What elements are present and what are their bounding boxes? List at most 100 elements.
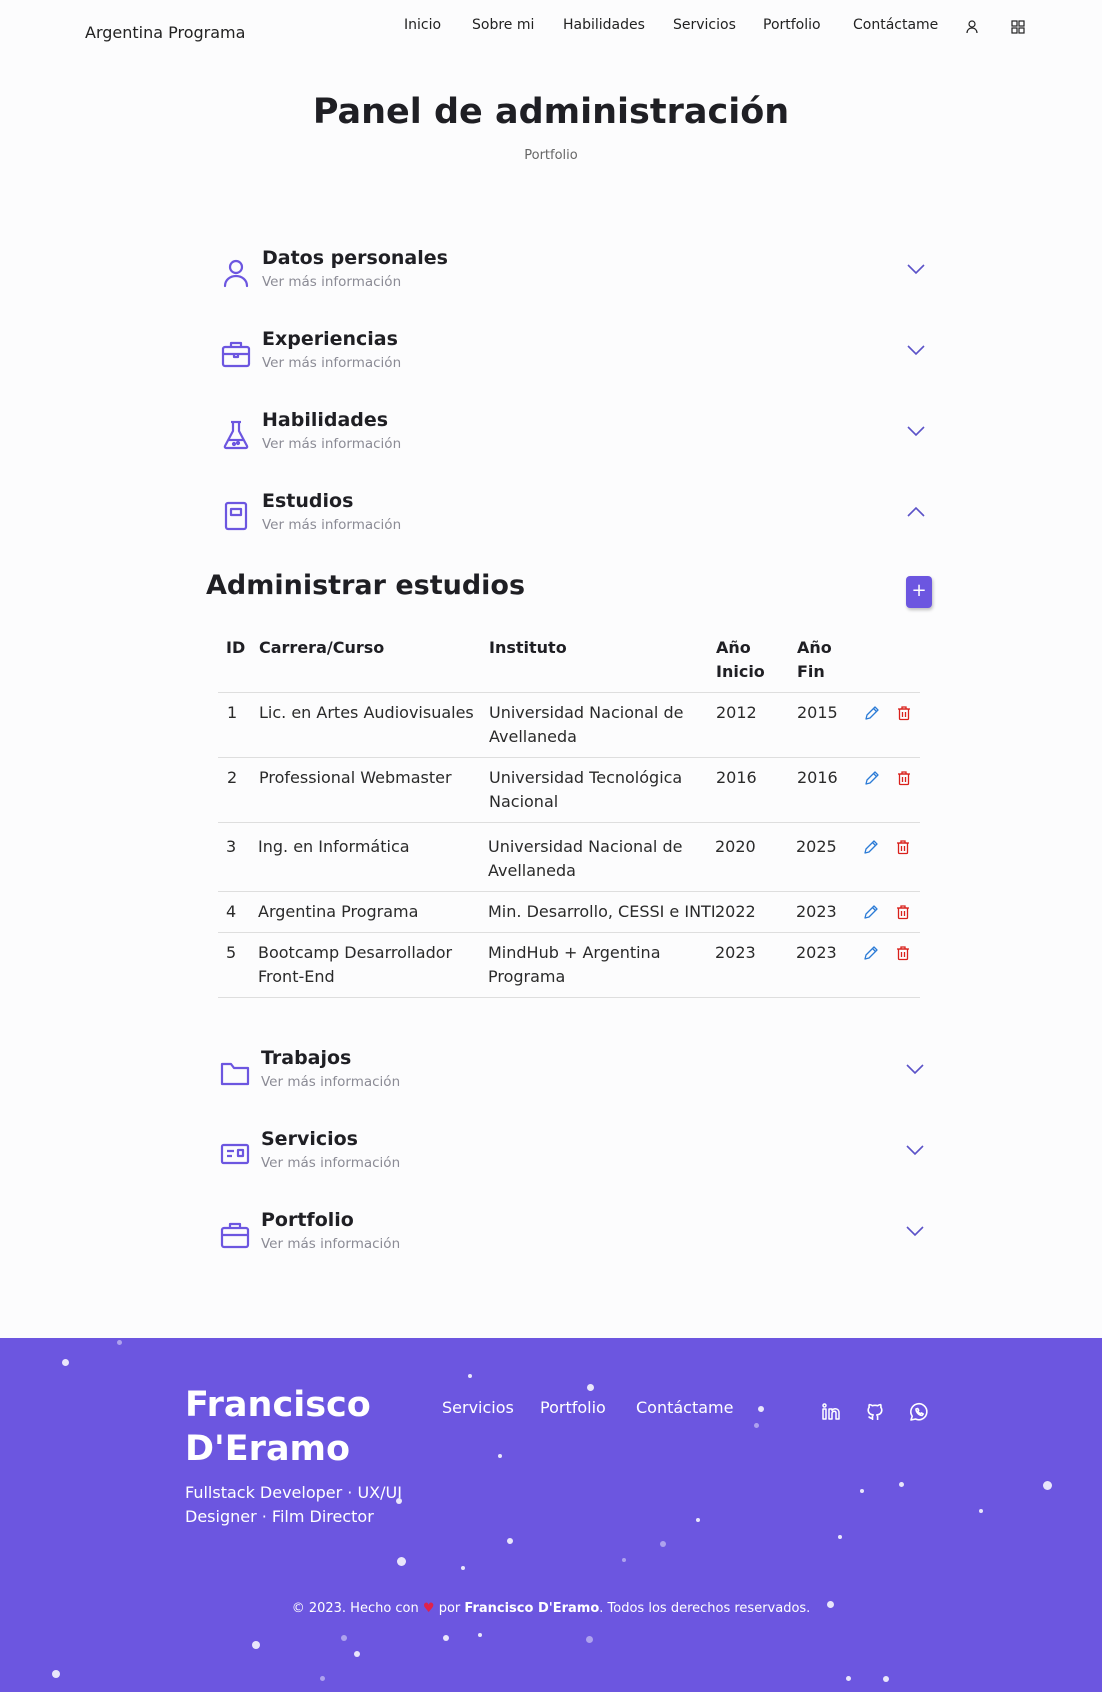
particle-dot xyxy=(478,1633,482,1637)
chevron-down-icon[interactable] xyxy=(905,1140,925,1160)
delete-trash-icon[interactable] xyxy=(895,945,911,961)
nav-portfolio[interactable]: Portfolio xyxy=(763,17,821,33)
delete-trash-icon[interactable] xyxy=(896,770,912,786)
apps-icon[interactable] xyxy=(1010,19,1026,35)
edit-pencil-icon[interactable] xyxy=(864,705,880,721)
particle-dot xyxy=(397,1557,406,1566)
github-icon[interactable] xyxy=(864,1401,886,1423)
copyright-prefix: © 2023. Hecho con xyxy=(291,1601,419,1616)
particle-dot xyxy=(860,1489,864,1493)
table-bottom-border xyxy=(218,997,920,998)
nav-contactame[interactable]: Contáctame xyxy=(853,17,938,33)
cell-id: 1 xyxy=(227,703,238,722)
particle-dot xyxy=(696,1518,700,1522)
table-row: 1 Lic. en Artes Audiovisuales Universida… xyxy=(218,692,920,757)
particle-dot xyxy=(754,1423,759,1428)
cell-start-year: 2020 xyxy=(715,837,756,856)
cell-institute-line1: Universidad Tecnológica xyxy=(489,768,683,787)
chevron-down-icon[interactable] xyxy=(906,340,926,360)
footer-tagline: Fullstack Developer · UX/UI Designer · F… xyxy=(185,1481,405,1529)
particle-dot xyxy=(827,1601,834,1608)
user-icon[interactable] xyxy=(964,19,980,35)
linkedin-icon[interactable] xyxy=(820,1401,842,1423)
footer: Francisco D'Eramo Fullstack Developer · … xyxy=(0,1338,1102,1692)
particle-dot xyxy=(660,1541,666,1547)
particle-dot xyxy=(354,1651,360,1657)
cell-career-line1: Bootcamp Desarrollador xyxy=(258,943,453,962)
cell-institute-line1: MindHub + Argentina xyxy=(488,943,661,962)
column-header-id: ID xyxy=(226,638,246,657)
copyright-text: © 2023. Hecho con ♥ por Francisco D'Eram… xyxy=(0,1601,1102,1616)
cell-end-year: 2025 xyxy=(796,837,837,856)
footer-link-servicios[interactable]: Servicios xyxy=(442,1398,514,1417)
delete-trash-icon[interactable] xyxy=(895,904,911,920)
briefcase-icon xyxy=(219,1219,251,1251)
cell-institute-line1: Universidad Nacional de xyxy=(489,703,684,722)
flask-icon xyxy=(220,419,252,451)
nav-servicios[interactable]: Servicios xyxy=(673,17,736,33)
chevron-down-icon[interactable] xyxy=(905,1059,925,1079)
footer-tagline-line2: Designer · Film Director xyxy=(185,1507,374,1526)
edit-pencil-icon[interactable] xyxy=(863,904,879,920)
nav-inicio[interactable]: Inicio xyxy=(404,17,441,33)
id-card-icon xyxy=(219,1138,251,1170)
cell-end-year: 2023 xyxy=(796,902,837,921)
column-header-start: Año Inicio xyxy=(716,636,765,684)
edit-pencil-icon[interactable] xyxy=(863,839,879,855)
cell-institute-line2: Avellaneda xyxy=(489,727,577,746)
cell-career: Bootcamp Desarrollador Front-End xyxy=(258,941,452,989)
cell-id: 2 xyxy=(227,768,238,787)
delete-trash-icon[interactable] xyxy=(895,839,911,855)
whatsapp-icon[interactable] xyxy=(908,1401,930,1423)
nav-habilidades[interactable]: Habilidades xyxy=(563,17,645,33)
edit-pencil-icon[interactable] xyxy=(863,945,879,961)
particle-dot xyxy=(62,1359,69,1366)
cell-start-year: 2023 xyxy=(715,943,756,962)
cell-institute: Universidad Nacional de Avellaneda xyxy=(489,701,683,749)
footer-link-portfolio[interactable]: Portfolio xyxy=(540,1398,606,1417)
accordion-estudios[interactable]: Estudios Ver más información xyxy=(216,490,926,550)
cell-institute-line1: Universidad Nacional de xyxy=(488,837,683,856)
accordion-subtitle: Ver más información xyxy=(262,274,402,290)
edit-pencil-icon[interactable] xyxy=(864,770,880,786)
footer-name-first: Francisco xyxy=(185,1385,371,1425)
nav-sobre-mi[interactable]: Sobre mi xyxy=(472,17,534,33)
table-row: 3 Ing. en Informática Universidad Nacion… xyxy=(218,822,920,891)
add-study-button[interactable]: + xyxy=(906,576,932,608)
accordion-subtitle: Ver más información xyxy=(261,1074,401,1090)
particle-dot xyxy=(117,1340,122,1345)
chevron-down-icon[interactable] xyxy=(905,1221,925,1241)
column-header-end-line2: Fin xyxy=(797,662,825,681)
accordion-portfolio[interactable]: Portfolio Ver más información xyxy=(215,1209,925,1269)
accordion-trabajos[interactable]: Trabajos Ver más información xyxy=(215,1047,925,1107)
cell-career: Ing. en Informática xyxy=(258,837,410,856)
footer-link-contactame[interactable]: Contáctame xyxy=(636,1398,733,1417)
accordion-title: Habilidades xyxy=(262,409,389,431)
column-header-start-line1: Año xyxy=(716,638,751,657)
accordion-title: Experiencias xyxy=(262,328,398,350)
chevron-up-icon[interactable] xyxy=(906,502,926,522)
chevron-down-icon[interactable] xyxy=(906,421,926,441)
accordion-experiencias[interactable]: Experiencias Ver más información xyxy=(216,328,926,388)
accordion-title: Servicios xyxy=(261,1128,358,1150)
delete-trash-icon[interactable] xyxy=(896,705,912,721)
accordion-subtitle: Ver más información xyxy=(262,436,402,452)
particle-dot xyxy=(979,1509,983,1513)
user-icon xyxy=(220,257,252,289)
particle-dot xyxy=(507,1538,513,1544)
cell-start-year: 2016 xyxy=(716,768,757,787)
accordion-datos-personales[interactable]: Datos personales Ver más información xyxy=(216,247,926,307)
chevron-down-icon[interactable] xyxy=(906,259,926,279)
cell-institute: Universidad Tecnológica Nacional xyxy=(489,766,682,814)
main-nav: Inicio Sobre mi Habilidades Servicios Po… xyxy=(0,17,1102,37)
particle-dot xyxy=(586,1636,593,1643)
accordion-servicios[interactable]: Servicios Ver más información xyxy=(215,1128,925,1188)
particle-dot xyxy=(838,1535,842,1539)
accordion-title: Datos personales xyxy=(262,247,448,269)
table-row: 4 Argentina Programa Min. Desarrollo, CE… xyxy=(218,891,920,932)
particle-dot xyxy=(622,1558,626,1562)
accordion-habilidades[interactable]: Habilidades Ver más información xyxy=(216,409,926,469)
cell-institute-line2: Nacional xyxy=(489,792,559,811)
accordion-title: Estudios xyxy=(262,490,354,512)
top-navbar: Argentina Programa Inicio Sobre mi Habil… xyxy=(0,0,1102,64)
